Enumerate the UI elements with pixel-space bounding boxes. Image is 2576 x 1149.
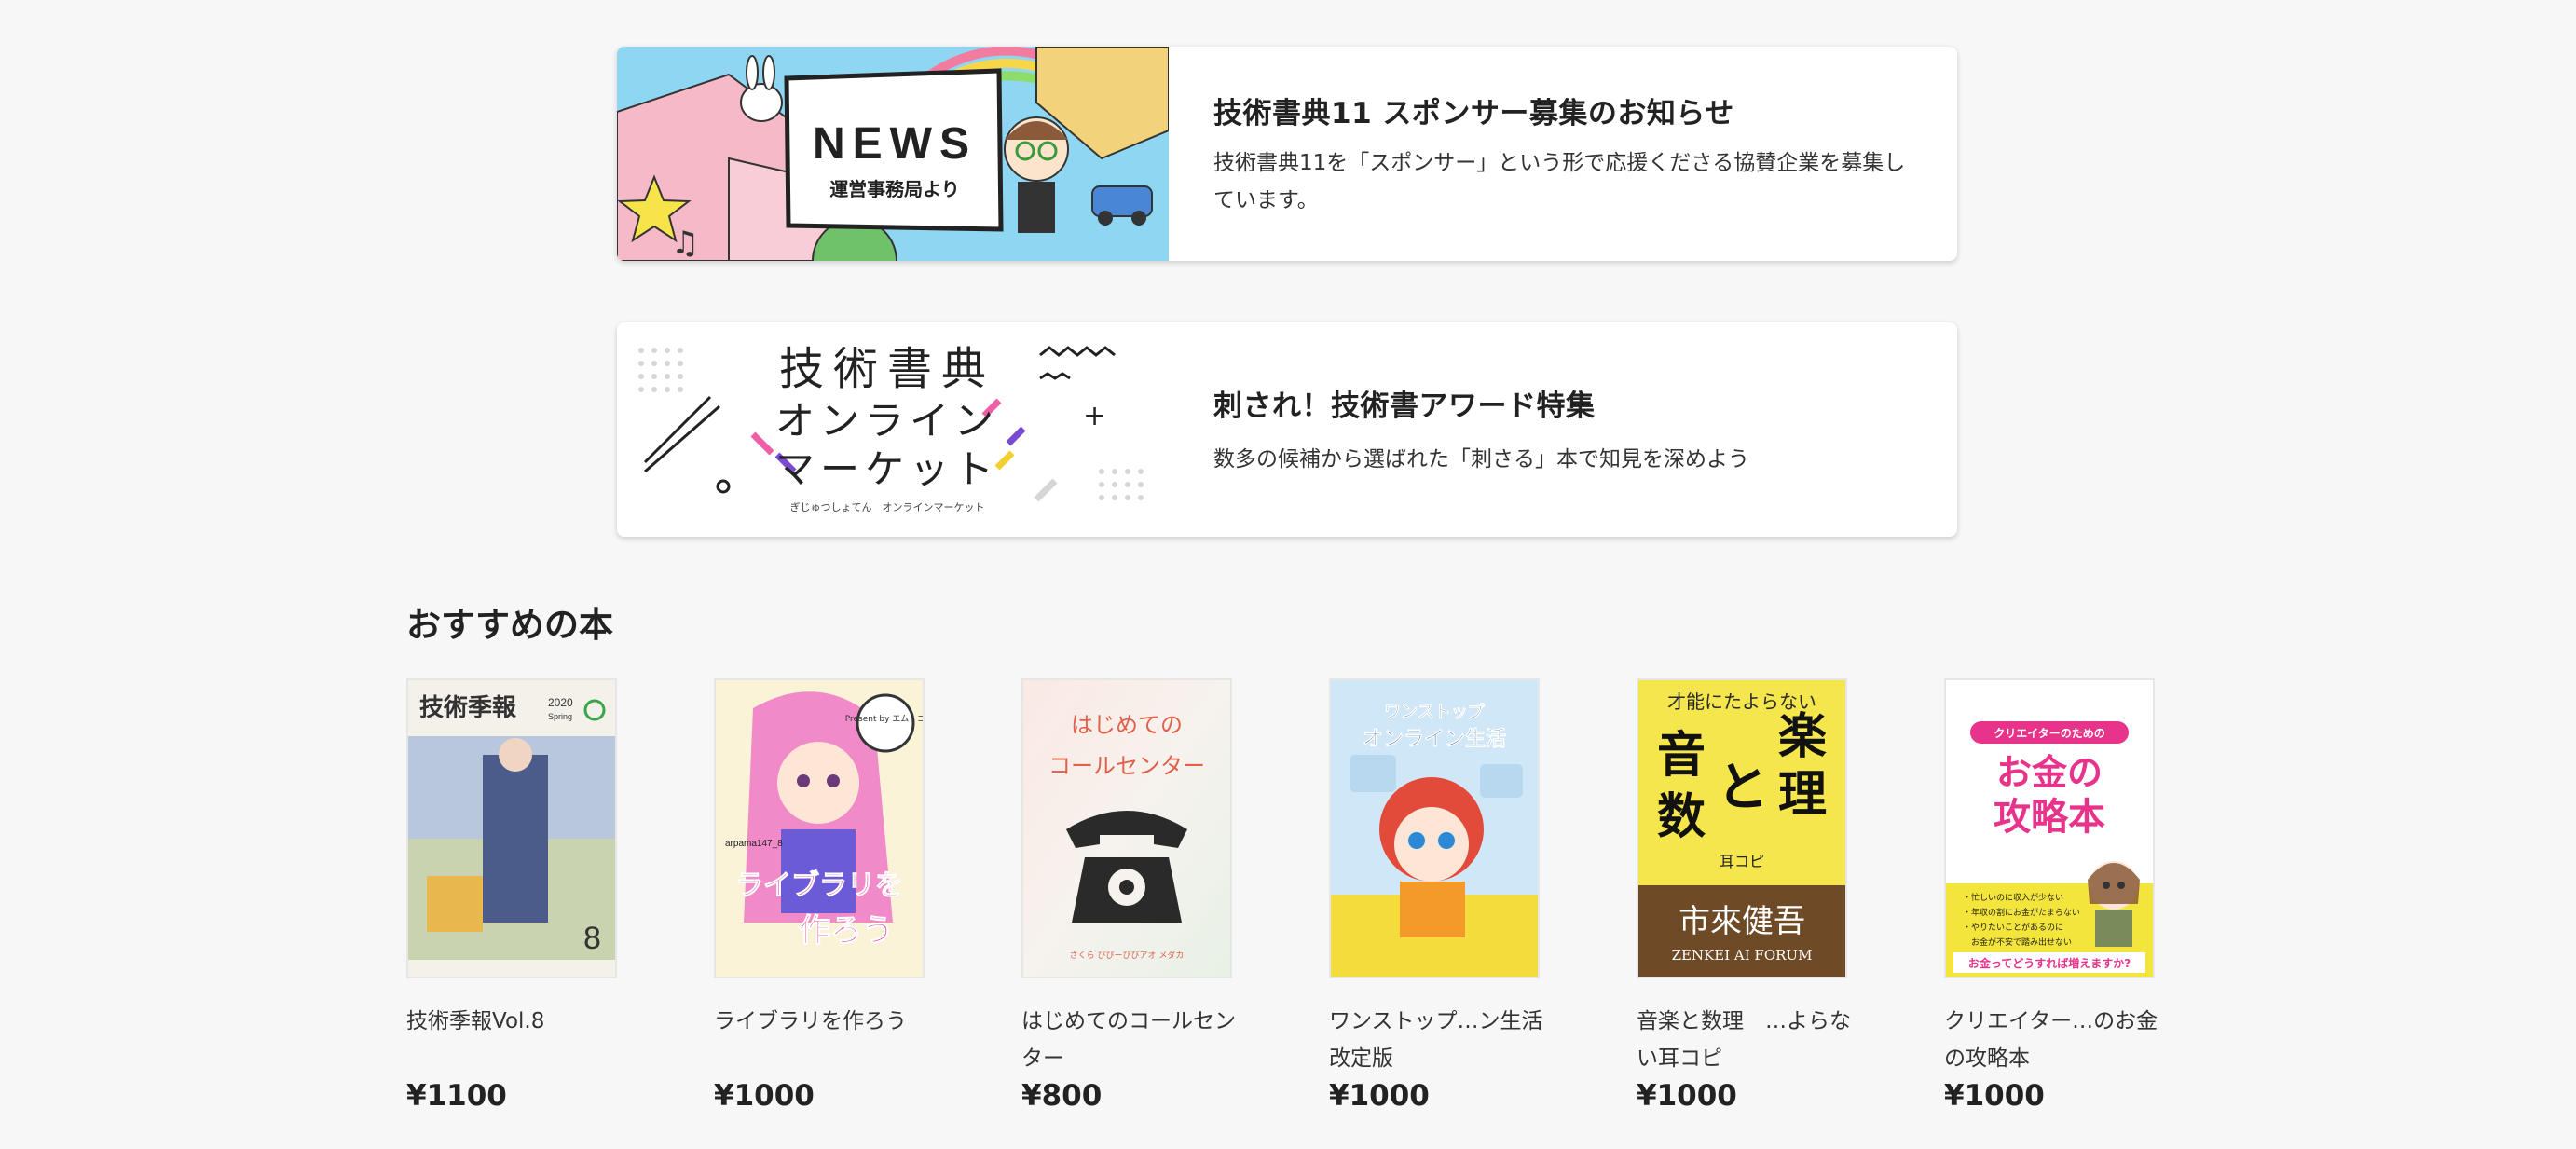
book-cover[interactable]: 技術季報 2020 Spring 8 (406, 678, 617, 978)
cover-footer: さくら ぴぴーびびアオ メダカ (1070, 950, 1185, 961)
cover-tag: クリエイターのための (1994, 727, 2105, 740)
news-sign-subheading: 運営事務局より (829, 178, 960, 200)
svg-text:+: + (1083, 400, 1106, 432)
book-title[interactable]: ワンストップ…ン生活 改定版 (1329, 1003, 1543, 1077)
cover-sub: 耳コピ (1720, 853, 1764, 870)
cover-bullet-4: お金が不安で踏み出せない (1963, 937, 2072, 948)
book-price: ¥1000 (714, 1079, 815, 1113)
cover-char-5: 理 (1778, 767, 1827, 823)
cover-char-1: 音 (1657, 728, 1706, 784)
cover-title-line2: 攻略本 (1994, 796, 2105, 839)
cover-title: 技術季報 (419, 694, 517, 722)
cover-title-line1: お金の (1996, 752, 2103, 793)
news-banner-title: 技術書典11 スポンサー募集のお知らせ (1213, 96, 1734, 130)
book-card[interactable]: はじめての コールセンター さくら ぴぴーびびアオ メダカ はじめてのコールセン… (1021, 678, 1236, 1113)
cover-bullet-2: ・年収の割にお金がたまらない (1963, 907, 2080, 918)
cover-year: 2020 (548, 696, 573, 709)
book-title[interactable]: 技術季報Vol.8 (406, 1003, 621, 1077)
cover-line1: ワンストップ (1384, 702, 1486, 722)
news-banner-card[interactable]: ♫ NEWS 運営事務局より 技術書典11 スポンサー募集のお知らせ 技術書典1… (617, 47, 1957, 261)
book-price: ¥1000 (1637, 1079, 1737, 1113)
book-title[interactable]: はじめてのコールセンター (1021, 1003, 1236, 1077)
book-price: ¥800 (1021, 1079, 1103, 1113)
cover-line2: オンライン生活 (1363, 728, 1506, 751)
book-title[interactable]: 音楽と数理 …よらない耳コピ (1637, 1003, 1851, 1077)
book-price: ¥1000 (1329, 1079, 1430, 1113)
cover-vol: 8 (583, 921, 601, 956)
market-logo-line3: マーケット (775, 446, 999, 492)
market-logo-caption: ぎじゅつしょてん オンラインマーケット (790, 500, 985, 513)
news-banner-image: ♫ NEWS 運営事務局より (617, 47, 1169, 261)
market-banner-title: 刺され！技術書アワード特集 (1213, 389, 1596, 423)
book-card[interactable]: ワンストップ オンライン生活 ワンストップ…ン生活 改定版 ¥1000 (1329, 678, 1543, 1113)
cover-author: 市來健吾 (1679, 903, 1805, 940)
market-banner-text: 刺され！技術書アワード特集 数多の候補から選ばれた「刺さる」本で知見を深めよう (1169, 322, 1957, 537)
cover-season: Spring (548, 712, 572, 721)
cover-forum: ZENKEI AI FORUM (1672, 947, 1813, 964)
market-banner-card[interactable]: + 技術書典 オンライン マーケット ぎじゅつしょてん オンラインマーケット 刺… (617, 322, 1957, 537)
cover-author: arpama147_8 (725, 839, 783, 849)
book-cover[interactable]: Present by エムーゴ arpama147_8 ライブラリを 作ろう (714, 678, 925, 978)
svg-text:♫: ♫ (671, 225, 699, 261)
book-card[interactable]: 才能にたよらない 音 楽 と 数 理 耳コピ 市來健吾 ZENKEI AI FO… (1637, 678, 1851, 1113)
market-banner-description: 数多の候補から選ばれた「刺さる」本で知見を深めよう (1213, 446, 1749, 472)
cover-char-3: と (1717, 758, 1769, 818)
cover-char-4: 数 (1657, 789, 1706, 845)
cover-title-line1: ライブラリを (735, 869, 903, 902)
book-cover[interactable]: はじめての コールセンター さくら ぴぴーびびアオ メダカ (1021, 678, 1232, 978)
book-cover[interactable]: クリエイターのための お金の 攻略本 ・忙しいのに収入が少ない ・年収の割にお金… (1944, 678, 2155, 978)
book-title[interactable]: クリエイター…のお金の攻略本 (1944, 1003, 2158, 1077)
market-banner-image: + 技術書典 オンライン マーケット ぎじゅつしょてん オンラインマーケット (617, 322, 1169, 537)
book-card[interactable]: クリエイターのための お金の 攻略本 ・忙しいのに収入が少ない ・年収の割にお金… (1944, 678, 2158, 1113)
book-title[interactable]: ライブラリを作ろう (714, 1003, 928, 1077)
book-price: ¥1000 (1944, 1079, 2045, 1113)
book-card[interactable]: Present by エムーゴ arpama147_8 ライブラリを 作ろう ラ… (714, 678, 925, 1113)
book-card[interactable]: 技術季報 2020 Spring 8 技術季報Vol.8 ¥1100 (406, 678, 617, 1113)
cover-bullet-3: ・やりたいことがあるのに (1963, 922, 2063, 933)
market-logo-line1: 技術書典 (779, 343, 995, 395)
cover-badge: Present by エムーゴ (845, 713, 923, 724)
book-cover[interactable]: ワンストップ オンライン生活 (1329, 678, 1540, 978)
market-logo-line2: オンライン (775, 398, 999, 444)
news-banner-description: 技術書典11を「スポンサー」という形で応援くださる協賛企業を募集しています。 (1213, 150, 1906, 212)
cover-title-line2: 作ろう (799, 912, 894, 950)
news-sign-heading: NEWS (813, 119, 977, 169)
page: ♫ NEWS 運営事務局より 技術書典11 スポンサー募集のお知らせ 技術書典1… (0, 0, 2576, 1149)
cover-bullet-1: ・忙しいのに収入が少ない (1963, 892, 2063, 903)
news-banner-text: 技術書典11 スポンサー募集のお知らせ 技術書典11を「スポンサー」という形で応… (1169, 47, 1957, 261)
recommended-books-heading: おすすめの本 (406, 605, 613, 645)
cover-line1: はじめての (1071, 712, 1183, 738)
book-price: ¥1100 (406, 1079, 507, 1113)
cover-char-2: 楽 (1778, 709, 1827, 765)
cover-line2: コールセンター (1048, 753, 1205, 779)
cover-question: お金ってどうすれば増えますか? (1968, 956, 2131, 970)
book-cover[interactable]: 才能にたよらない 音 楽 と 数 理 耳コピ 市來健吾 ZENKEI AI FO… (1637, 678, 1847, 978)
